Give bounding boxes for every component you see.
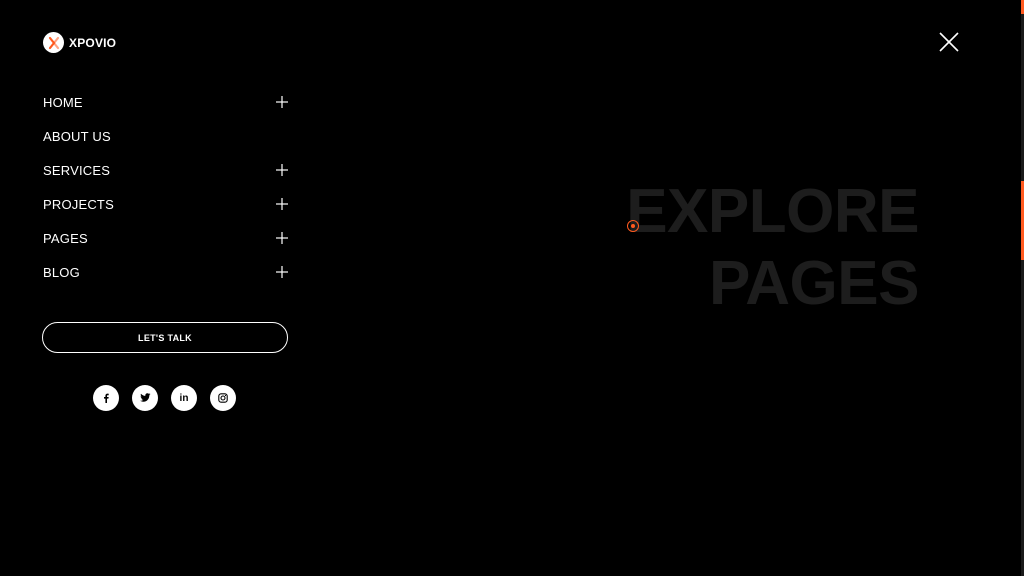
linkedin-icon: in xyxy=(179,392,189,404)
menu-item-label: ABOUT US xyxy=(43,128,111,144)
menu-item-label: BLOG xyxy=(43,264,80,280)
explore-pages-headline: EXPLORE PAGES xyxy=(626,176,919,320)
social-links: in xyxy=(93,385,236,411)
brand-logo[interactable]: XPOVIO xyxy=(43,32,116,53)
facebook-icon xyxy=(104,393,109,403)
plus-icon[interactable] xyxy=(276,164,288,176)
instagram-icon xyxy=(218,393,228,403)
menu-item-about-us[interactable]: ABOUT US xyxy=(43,119,289,153)
menu-item-home[interactable]: HOME xyxy=(43,85,289,119)
custom-cursor xyxy=(627,220,639,232)
plus-icon[interactable] xyxy=(276,266,288,278)
lets-talk-button[interactable]: LET'S TALK xyxy=(42,322,288,353)
main-nav-menu: HOME ABOUT US SERVICES PROJECTS PAGES BL… xyxy=(43,85,289,289)
headline-line-2: PAGES xyxy=(709,249,919,318)
menu-item-label: SERVICES xyxy=(43,162,111,178)
social-linkedin-link[interactable]: in xyxy=(171,385,197,411)
plus-icon[interactable] xyxy=(276,232,288,244)
twitter-icon xyxy=(139,393,150,402)
lets-talk-label: LET'S TALK xyxy=(138,332,192,343)
offcanvas-menu-page: XPOVIO HOME ABOUT US SERVICES PROJECTS P… xyxy=(0,0,1024,576)
menu-item-pages[interactable]: PAGES xyxy=(43,221,289,255)
menu-item-projects[interactable]: PROJECTS xyxy=(43,187,289,221)
menu-item-label: PROJECTS xyxy=(43,196,114,212)
menu-item-label: HOME xyxy=(43,94,83,110)
headline-line-1: EXPLORE xyxy=(626,177,919,246)
menu-item-label: PAGES xyxy=(43,230,88,246)
close-icon xyxy=(939,32,959,52)
social-instagram-link[interactable] xyxy=(210,385,236,411)
plus-icon[interactable] xyxy=(276,198,288,210)
logo-mark-icon xyxy=(43,32,64,53)
close-button[interactable] xyxy=(938,31,960,53)
plus-icon[interactable] xyxy=(276,96,288,108)
brand-name: XPOVIO xyxy=(69,35,117,50)
menu-item-blog[interactable]: BLOG xyxy=(43,255,289,289)
social-twitter-link[interactable] xyxy=(132,385,158,411)
social-facebook-link[interactable] xyxy=(93,385,119,411)
menu-item-services[interactable]: SERVICES xyxy=(43,153,289,187)
